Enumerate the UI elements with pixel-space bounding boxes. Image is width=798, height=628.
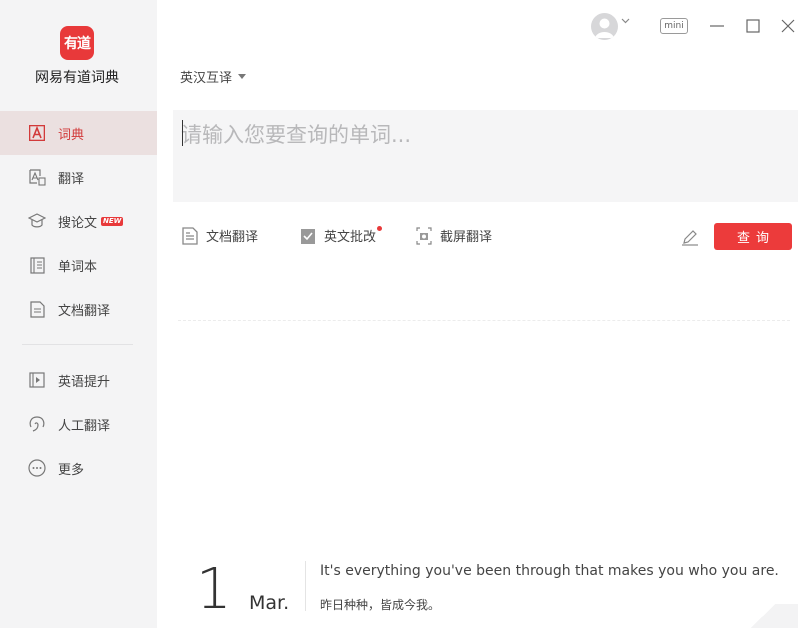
handwriting-icon[interactable] bbox=[680, 227, 700, 247]
headset-icon bbox=[28, 415, 46, 433]
daily-month: Mar. bbox=[249, 592, 290, 614]
sidebar-item-human-translate[interactable]: 人工翻译 bbox=[0, 402, 157, 446]
daily-separator bbox=[305, 561, 306, 611]
sidebar-item-label: 单词本 bbox=[58, 259, 98, 275]
wordbook-icon bbox=[28, 256, 46, 274]
document-icon bbox=[28, 300, 46, 318]
search-button[interactable]: 查询 bbox=[714, 223, 792, 250]
sidebar-item-wordbook[interactable]: 单词本 bbox=[0, 243, 157, 287]
maximize-icon[interactable] bbox=[745, 18, 761, 34]
sidebar-item-english-improve[interactable]: 英语提升 bbox=[0, 358, 157, 402]
sidebar-item-label: 更多 bbox=[58, 462, 85, 478]
daily-day: 1 bbox=[196, 557, 232, 622]
logo-text: 有道 bbox=[64, 36, 91, 52]
translate-icon bbox=[28, 168, 46, 186]
close-icon[interactable] bbox=[780, 18, 796, 34]
screenshot-icon bbox=[416, 226, 432, 245]
daily-sentence-zh: 昨日种种，皆成今我。 bbox=[320, 598, 441, 612]
english-review-label-wrap: 英文批改 bbox=[324, 226, 383, 245]
document-icon bbox=[182, 226, 198, 245]
sidebar-item-label: 文档翻译 bbox=[58, 303, 111, 319]
app-window: 有道 网易有道词典 词典 翻译 搜论文 NEW 单词本 文档翻译 英语提升 人工… bbox=[0, 0, 798, 628]
sidebar-nav: 词典 翻译 搜论文 NEW 单词本 文档翻译 英语提升 人工翻译 更多 bbox=[0, 111, 157, 490]
user-avatar[interactable] bbox=[591, 13, 618, 40]
sidebar-item-label: 搜论文 bbox=[58, 215, 98, 231]
check-document-icon bbox=[301, 228, 315, 244]
corner-decoration bbox=[728, 604, 798, 628]
sidebar-divider bbox=[22, 344, 133, 345]
search-input[interactable] bbox=[181, 118, 781, 152]
sidebar-item-doc-translate[interactable]: 文档翻译 bbox=[0, 287, 157, 331]
notification-dot bbox=[377, 226, 383, 231]
screenshot-translate-label: 截屏翻译 bbox=[440, 230, 493, 245]
content-divider bbox=[178, 320, 790, 321]
sidebar-item-paper-search[interactable]: 搜论文 NEW bbox=[0, 199, 157, 243]
mini-mode-button[interactable]: mini bbox=[660, 18, 688, 34]
more-icon bbox=[28, 459, 46, 477]
doc-translate-label: 文档翻译 bbox=[206, 230, 259, 245]
screenshot-translate-button[interactable]: 截屏翻译 bbox=[416, 226, 492, 245]
sidebar-item-label: 翻译 bbox=[58, 171, 85, 187]
sidebar-item-more[interactable]: 更多 bbox=[0, 446, 157, 490]
sidebar-item-label: 英语提升 bbox=[58, 374, 111, 390]
caret-down-icon bbox=[238, 74, 247, 79]
sidebar-item-label: 人工翻译 bbox=[58, 418, 111, 434]
doc-translate-button[interactable]: 文档翻译 bbox=[182, 226, 258, 245]
sidebar-item-label: 词典 bbox=[58, 127, 85, 143]
query-box[interactable] bbox=[173, 110, 798, 202]
app-logo: 有道 bbox=[60, 26, 94, 60]
new-badge: NEW bbox=[101, 216, 124, 226]
chevron-down-icon[interactable] bbox=[621, 18, 630, 24]
app-name: 网易有道词典 bbox=[35, 70, 119, 86]
sidebar-item-translate[interactable]: 翻译 bbox=[0, 155, 157, 199]
text-cursor bbox=[182, 120, 183, 146]
english-review-label: 英文批改 bbox=[324, 230, 377, 245]
play-video-icon bbox=[28, 371, 46, 389]
language-selector-label: 英汉互译 bbox=[180, 71, 233, 86]
daily-sentence-en[interactable]: It's everything you've been through that… bbox=[320, 563, 779, 579]
language-selector[interactable]: 英汉互译 bbox=[180, 67, 247, 86]
english-review-button[interactable]: 英文批改 bbox=[300, 226, 383, 245]
sidebar-item-dictionary[interactable]: 词典 bbox=[0, 111, 157, 155]
dictionary-icon bbox=[28, 124, 46, 142]
graduation-cap-icon bbox=[28, 212, 46, 230]
sidebar: 有道 网易有道词典 词典 翻译 搜论文 NEW 单词本 文档翻译 英语提升 人工… bbox=[0, 0, 157, 628]
minimize-icon[interactable] bbox=[709, 18, 725, 34]
user-icon bbox=[595, 18, 614, 38]
